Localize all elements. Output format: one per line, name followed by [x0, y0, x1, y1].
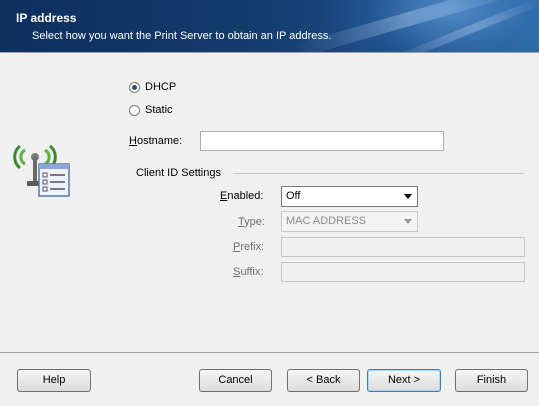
static-label[interactable]: Static: [145, 104, 173, 116]
page-subtitle: Select how you want the Print Server to …: [32, 30, 332, 42]
suffix-label: Suffix:: [233, 266, 263, 278]
finish-button[interactable]: Finish: [455, 369, 528, 392]
help-button[interactable]: Help: [17, 369, 91, 392]
back-button[interactable]: < Back: [287, 369, 360, 392]
enabled-label: Enabled:: [220, 190, 263, 202]
type-select-value: MAC ADDRESS: [286, 215, 367, 227]
static-radio[interactable]: [129, 105, 140, 116]
prefix-label-text: refix:: [240, 241, 265, 253]
wireless-network-settings-icon: [13, 144, 70, 197]
cancel-button[interactable]: Cancel: [199, 369, 272, 392]
type-select: MAC ADDRESS: [281, 211, 418, 232]
header-banner: IP address Select how you want the Print…: [0, 0, 539, 52]
hostname-label-text: ostname:: [136, 135, 183, 147]
hostname-label-mnemonic: H: [129, 135, 137, 147]
enabled-label-text: nabled:: [227, 190, 264, 202]
type-label: Type:: [238, 216, 265, 228]
suffix-label-text: uffix:: [240, 266, 264, 278]
chevron-down-icon: [404, 219, 412, 224]
enabled-select-value: Off: [286, 190, 301, 202]
prefix-input: [281, 237, 525, 257]
dhcp-label[interactable]: DHCP: [145, 81, 176, 93]
hostname-input[interactable]: [200, 131, 444, 151]
suffix-input: [281, 262, 525, 282]
footer-divider: [0, 352, 539, 353]
header-divider: [0, 52, 539, 53]
prefix-label: Prefix:: [233, 241, 264, 253]
next-button[interactable]: Next >: [367, 369, 441, 392]
page-title: IP address: [16, 11, 77, 25]
client-id-group-line: [233, 173, 524, 174]
enabled-select[interactable]: Off: [281, 186, 418, 207]
client-id-group-label: Client ID Settings: [136, 167, 221, 179]
type-label-text: ype:: [244, 216, 265, 228]
hostname-label: Hostname:: [129, 135, 182, 147]
chevron-down-icon[interactable]: [404, 194, 412, 199]
dhcp-radio[interactable]: [129, 82, 140, 93]
